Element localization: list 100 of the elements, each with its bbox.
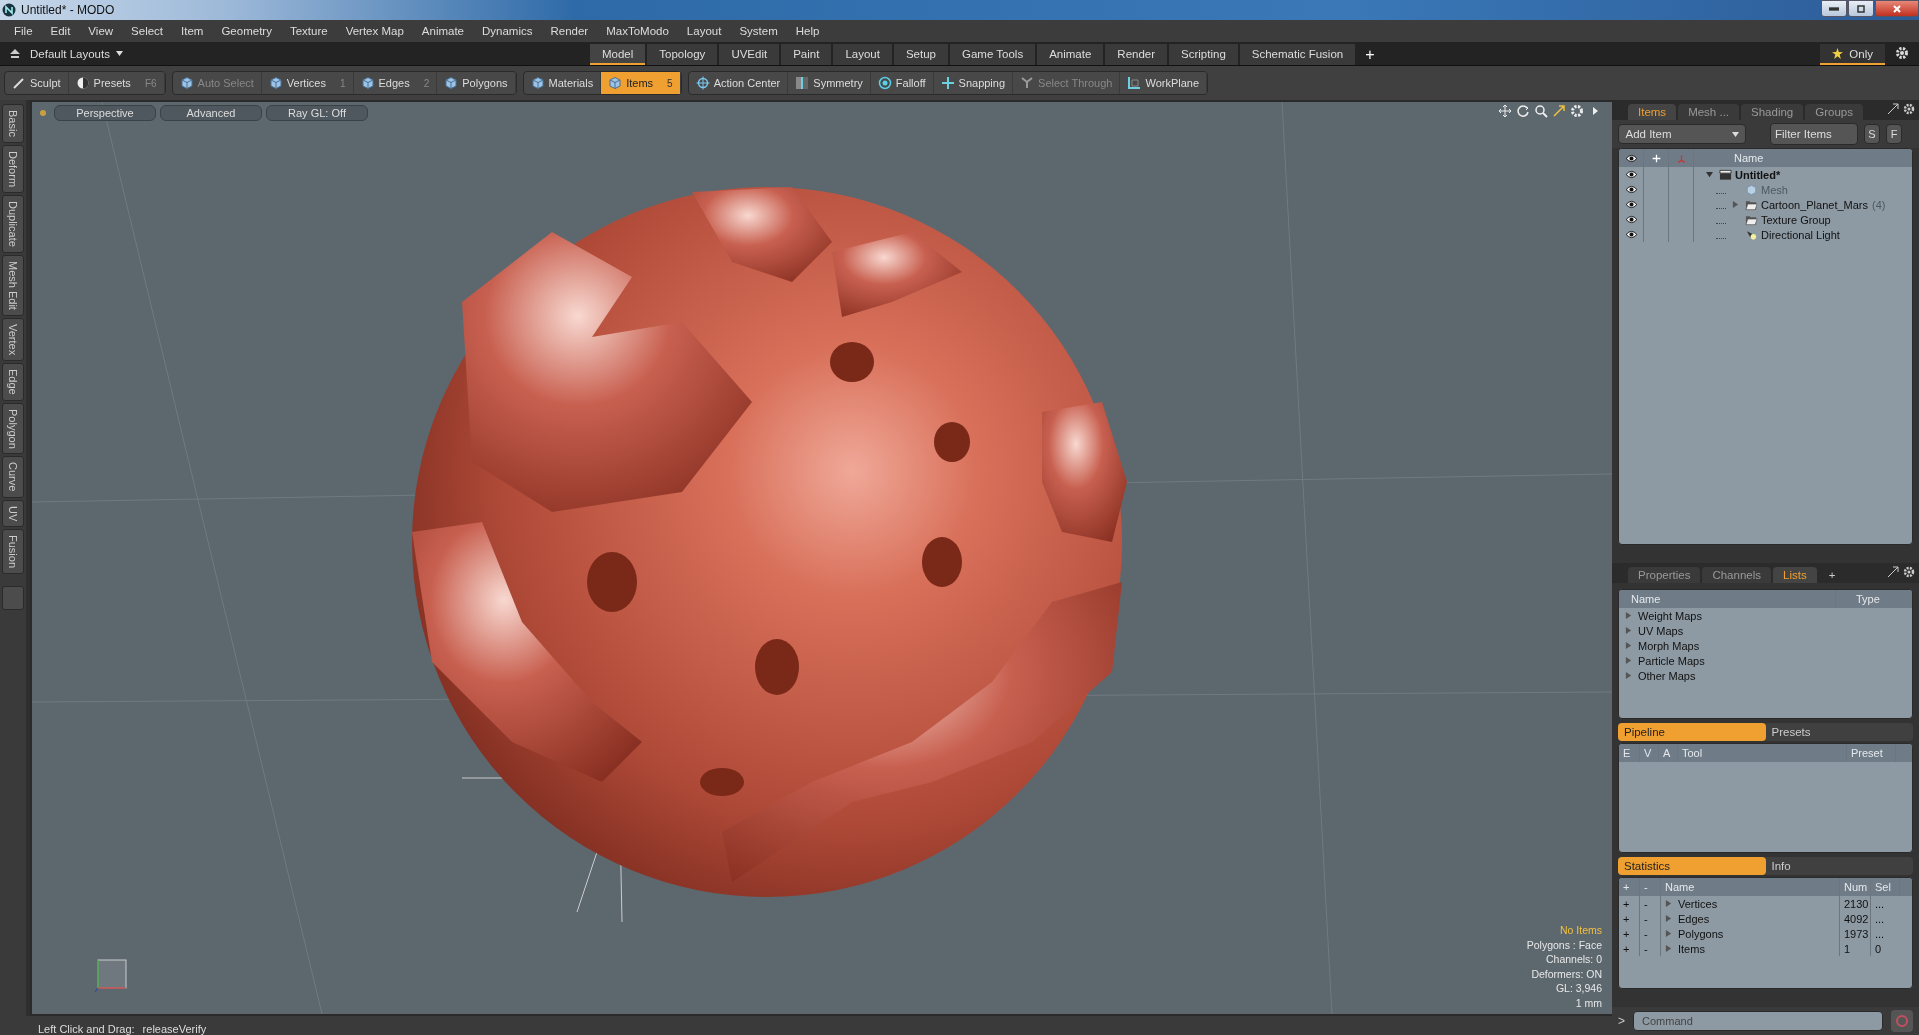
toolbar-button[interactable]: Action Center <box>688 72 789 94</box>
filter-option-button[interactable]: S <box>1864 124 1880 144</box>
expand-arrow-icon[interactable] <box>1625 642 1632 649</box>
list-item[interactable]: Particle Maps <box>1638 654 1705 667</box>
layout-tab[interactable]: Game Tools <box>950 44 1036 65</box>
expand-arrow-icon[interactable] <box>1706 171 1713 178</box>
side-tab[interactable]: Duplicate <box>2 194 24 253</box>
remove-button[interactable]: - <box>1640 926 1661 941</box>
list-item[interactable]: UV Maps <box>1638 624 1684 637</box>
eye-icon[interactable] <box>1624 200 1638 209</box>
tree-item[interactable]: Untitled* <box>1735 168 1781 181</box>
tree-item[interactable]: Texture Group <box>1761 213 1831 226</box>
toolbar-button[interactable]: Vertices 1 <box>261 72 354 94</box>
tree-item[interactable]: Cartoon_Planet_Mars <box>1761 198 1868 211</box>
add-button[interactable]: + <box>1619 926 1640 941</box>
viewport-button[interactable]: Ray GL: Off <box>266 105 368 121</box>
command-field[interactable]: Command <box>1633 1011 1883 1031</box>
panel-tab[interactable]: Presets <box>1765 723 1913 741</box>
remove-button[interactable]: - <box>1640 896 1661 911</box>
toolbar-button[interactable]: Falloff <box>870 72 934 94</box>
menu-item[interactable]: System <box>731 23 786 39</box>
expand-arrow-icon[interactable] <box>1665 915 1672 922</box>
expand-arrow-icon[interactable] <box>1625 672 1632 679</box>
menu-item[interactable]: Animate <box>413 23 472 39</box>
expand-arrow-icon[interactable] <box>1625 612 1632 619</box>
eye-icon[interactable] <box>1624 185 1638 194</box>
menu-item[interactable]: Help <box>787 23 828 39</box>
filter-option-button[interactable]: F <box>1886 124 1902 144</box>
side-tab[interactable]: Edge <box>2 362 24 401</box>
side-tab[interactable]: Fusion <box>2 529 24 575</box>
side-tab[interactable]: Basic <box>2 104 24 143</box>
layout-tab[interactable]: Schematic Fusion <box>1239 44 1356 65</box>
menu-item[interactable]: Edit <box>42 23 79 39</box>
settings-icon[interactable] <box>1895 46 1909 60</box>
expand-arrow-icon[interactable] <box>1665 930 1672 937</box>
panel-tab[interactable]: Mesh ... <box>1678 104 1740 120</box>
toolbar-button[interactable]: Sculpt <box>5 72 69 94</box>
up-arrow-icon[interactable] <box>8 46 22 60</box>
3d-viewport[interactable]: Perspective Advanced Ray GL: Off No Items Polygons : Face Channels: 0 Deformers: ON GL: 3,946 1 mm <box>30 100 1614 1016</box>
viewport-button[interactable]: Advanced <box>160 105 262 121</box>
panel-tab[interactable]: Shading <box>1741 104 1804 120</box>
minimize-button[interactable] <box>1821 0 1847 17</box>
layout-tab[interactable]: Scripting <box>1169 44 1238 65</box>
expand-arrow-icon[interactable] <box>1665 900 1672 907</box>
settings-icon[interactable] <box>1903 566 1915 578</box>
layout-tab[interactable]: Render <box>1105 44 1168 65</box>
menu-item[interactable]: Select <box>123 23 172 39</box>
panel-tab[interactable]: Properties <box>1628 567 1701 583</box>
list-item[interactable]: Morph Maps <box>1638 639 1700 652</box>
toolbar-button[interactable]: WorkPlane <box>1120 72 1208 94</box>
menu-item[interactable]: Render <box>542 23 597 39</box>
side-tab[interactable]: Polygon <box>2 402 24 455</box>
expand-icon[interactable] <box>1887 566 1899 578</box>
layout-tab[interactable]: Animate <box>1037 44 1104 65</box>
toolbar-button[interactable]: Symmetry <box>788 72 871 94</box>
list-item[interactable]: Other Maps <box>1638 669 1696 682</box>
add-tab-button[interactable]: + <box>1818 567 1846 583</box>
close-button[interactable] <box>1875 0 1919 17</box>
side-tab[interactable]: Vertex <box>2 317 24 361</box>
add-tab-button[interactable]: + <box>1357 44 1383 65</box>
menu-item[interactable]: Texture <box>281 23 336 39</box>
panel-tab[interactable]: Groups <box>1805 104 1863 120</box>
only-toggle[interactable]: Only <box>1820 44 1885 65</box>
remove-button[interactable]: - <box>1640 911 1661 926</box>
side-tab[interactable]: Deform <box>2 144 24 193</box>
eye-icon[interactable] <box>1624 170 1638 179</box>
menu-item[interactable]: File <box>6 23 41 39</box>
layout-tab[interactable]: Model <box>590 44 646 65</box>
list-item[interactable]: Weight Maps <box>1638 609 1702 622</box>
pan-icon[interactable] <box>1498 104 1512 118</box>
add-button[interactable]: + <box>1619 911 1640 926</box>
layout-tab[interactable]: Layout <box>833 44 892 65</box>
side-tab[interactable]: Curve <box>2 456 24 498</box>
panel-tab[interactable]: Items <box>1628 104 1677 120</box>
toolbar-button[interactable]: Items 5 <box>601 72 681 94</box>
filter-field[interactable]: Filter Items <box>1770 123 1858 145</box>
layout-tab[interactable]: UVEdit <box>719 44 780 65</box>
eye-icon[interactable] <box>1624 215 1638 224</box>
expand-arrow-icon[interactable] <box>1625 627 1632 634</box>
menu-item[interactable]: Vertex Map <box>337 23 412 39</box>
maximize-icon[interactable] <box>1552 104 1566 118</box>
rotate-icon[interactable] <box>1516 104 1530 118</box>
layouts-dropdown[interactable]: Default Layouts <box>30 47 123 60</box>
add-button[interactable]: + <box>1619 896 1640 911</box>
viewport-menu-dot[interactable] <box>40 110 46 116</box>
menu-item[interactable]: Item <box>173 23 212 39</box>
menu-item[interactable]: Layout <box>678 23 730 39</box>
expand-arrow-icon[interactable] <box>1732 201 1739 208</box>
panel-tab[interactable]: Statistics <box>1618 857 1766 875</box>
panel-tab[interactable]: Channels <box>1702 567 1771 583</box>
toolbar-button[interactable]: Snapping <box>933 72 1014 94</box>
viewport-button[interactable]: Perspective <box>54 105 156 121</box>
planet-model-drawing[interactable] <box>412 187 1127 897</box>
expand-icon[interactable] <box>1887 103 1899 115</box>
add-button[interactable]: + <box>1619 941 1640 956</box>
zoom-icon[interactable] <box>1534 104 1548 118</box>
eye-icon[interactable] <box>1624 153 1638 163</box>
add-item-dropdown[interactable]: Add Item <box>1618 124 1746 144</box>
side-tab[interactable]: UV <box>2 499 24 528</box>
expand-arrow-icon[interactable] <box>1665 945 1672 952</box>
